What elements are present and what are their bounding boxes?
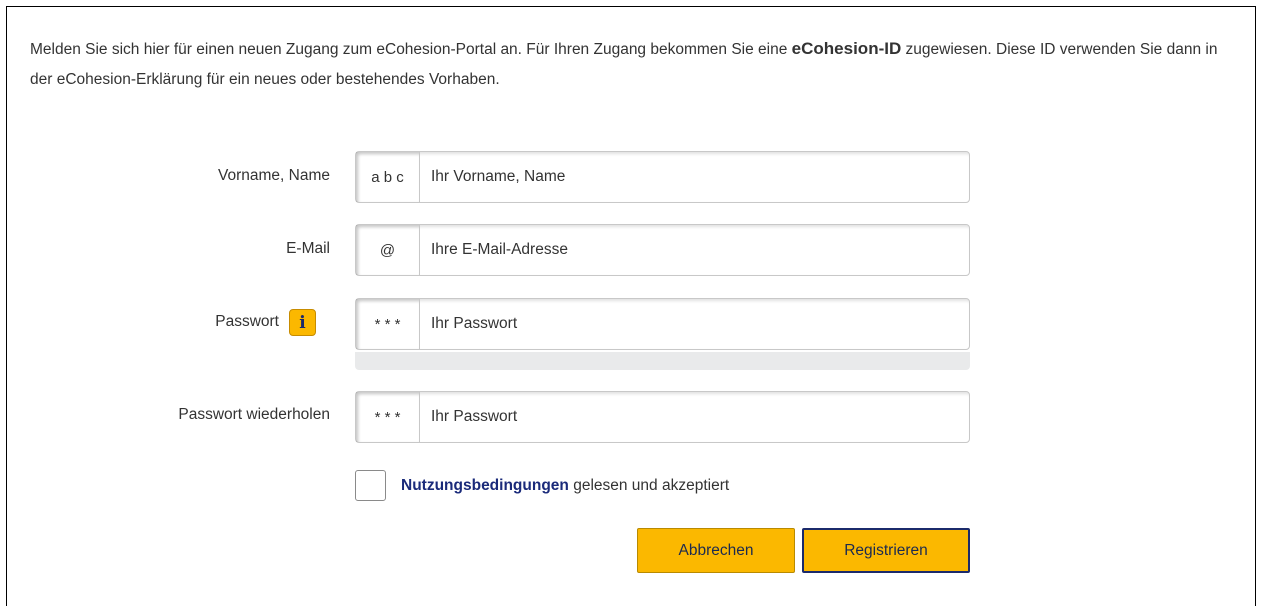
cancel-button[interactable]: Abbrechen — [637, 528, 795, 573]
name-field: a b c — [355, 151, 970, 203]
name-label: Vorname, Name — [218, 167, 330, 184]
password-strength-bar — [355, 352, 970, 370]
email-label: E-Mail — [286, 240, 330, 257]
name-addon: a b c — [356, 152, 420, 202]
password-addon: * * * — [356, 299, 420, 349]
terms-link[interactable]: Nutzungsbedingungen — [401, 477, 569, 494]
password-repeat-input[interactable] — [420, 392, 969, 442]
password-repeat-label: Passwort wiederholen — [178, 406, 330, 423]
password-input[interactable] — [420, 299, 969, 349]
intro-text: Melden Sie sich hier für einen neuen Zug… — [30, 34, 1240, 95]
register-button[interactable]: Registrieren — [802, 528, 970, 573]
password-label: Passwort — [215, 313, 279, 330]
terms-suffix: gelesen und akzeptiert — [568, 477, 730, 494]
terms-text: Nutzungsbedingungen gelesen und akzeptie… — [401, 477, 729, 495]
password-field: * * * — [355, 298, 970, 350]
terms-checkbox[interactable] — [355, 470, 386, 501]
email-field: @ — [355, 224, 970, 276]
password-repeat-field: * * * — [355, 391, 970, 443]
email-addon: @ — [356, 225, 420, 275]
email-input[interactable] — [420, 225, 969, 275]
intro-text-before: Melden Sie sich hier für einen neuen Zug… — [30, 41, 792, 58]
password-repeat-addon: * * * — [356, 392, 420, 442]
name-input[interactable] — [420, 152, 969, 202]
ecohesion-id-label: eCohesion-ID — [791, 39, 902, 58]
info-icon[interactable]: i — [289, 309, 316, 336]
